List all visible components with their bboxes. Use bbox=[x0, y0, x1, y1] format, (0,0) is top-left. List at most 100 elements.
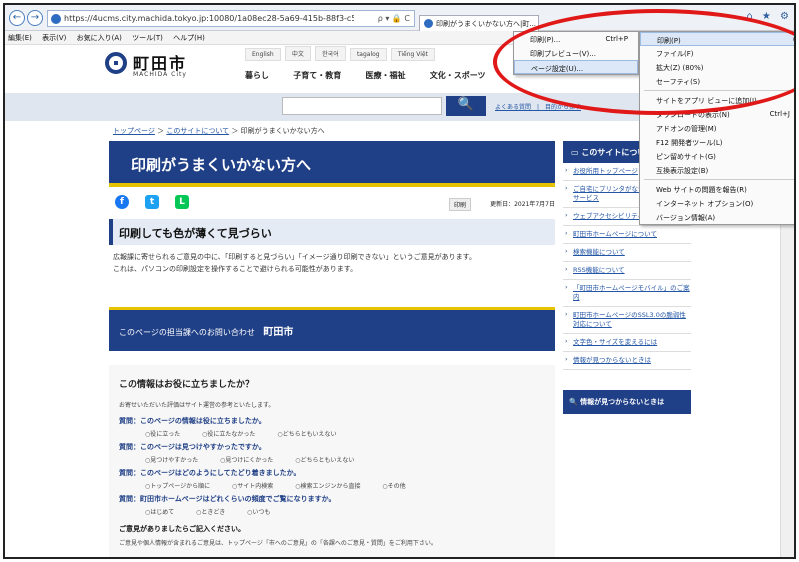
find-info-button[interactable]: 🔍 情報が見つからないときは bbox=[563, 390, 691, 414]
breadcrumb-current: 印刷がうまくいかない方へ bbox=[240, 127, 325, 135]
sidebar-item[interactable]: 町田市ホームページのSSL3.0の脆弱性対応について bbox=[563, 307, 691, 334]
back-button[interactable]: ← bbox=[9, 10, 25, 26]
updated-date: 更新日：2021年7月7日 bbox=[490, 201, 555, 208]
sidebar-item[interactable]: 検索機能について bbox=[563, 244, 691, 262]
folder-icon: ▭ bbox=[571, 148, 582, 157]
menu-item-label: バージョン情報(A) bbox=[656, 214, 716, 222]
survey-option[interactable]: ○その他 bbox=[382, 483, 405, 490]
menu-item-label: ファイル(F) bbox=[656, 50, 694, 58]
sidebar-item[interactable]: 文字色・サイズを変えるには bbox=[563, 334, 691, 352]
address-bar[interactable]: https://4ucms.city.machida.tokyo.jp:1008… bbox=[47, 10, 415, 27]
url-text[interactable]: https://4ucms.city.machida.tokyo.jp:1008… bbox=[64, 14, 354, 23]
menu-item-page-setup[interactable]: ページ設定(U)... bbox=[514, 60, 638, 74]
survey-option[interactable]: ○検索エンジンから直接 bbox=[295, 483, 360, 490]
gnav-culture[interactable]: 文化・スポーツ bbox=[430, 70, 486, 81]
survey-option[interactable]: ○ときどき bbox=[196, 509, 225, 516]
survey-option[interactable]: ○いつも bbox=[247, 509, 270, 516]
sidebar-item[interactable]: 町田市ホームページについて bbox=[563, 226, 691, 244]
lang-vietnamese[interactable]: Tiếng Việt bbox=[390, 48, 435, 61]
tools-item-report-problem[interactable]: Web サイトの問題を報告(R) bbox=[640, 182, 794, 196]
facebook-icon[interactable]: f bbox=[115, 195, 129, 209]
page-title: 印刷がうまくいかない方へ bbox=[109, 141, 555, 187]
forward-button[interactable]: → bbox=[27, 10, 43, 26]
tools-item-internet-options[interactable]: インターネット オプション(O) bbox=[640, 196, 794, 210]
gnav-childcare[interactable]: 子育て・教育 bbox=[293, 70, 341, 81]
survey-option[interactable]: ○どちらともいえない bbox=[295, 457, 354, 464]
tools-item-downloads[interactable]: ダウンロードの表示(N) Ctrl+J bbox=[640, 107, 794, 121]
menu-favorites[interactable]: お気に入り(A) bbox=[74, 31, 127, 43]
sidebar-item[interactable]: RSS機能について bbox=[563, 262, 691, 280]
tools-item-file[interactable]: ファイル(F) bbox=[640, 46, 794, 60]
menu-tools[interactable]: ツール(T) bbox=[129, 31, 168, 43]
tab-favicon-icon bbox=[424, 19, 433, 28]
gnav-medical[interactable]: 医療・福祉 bbox=[365, 70, 405, 81]
contact-name: 町田市 bbox=[263, 327, 294, 338]
menu-item-label: サイトをアプリ ビューに追加(I) bbox=[656, 97, 757, 105]
survey-options-4: ○はじめて ○ときどき ○いつも bbox=[119, 507, 545, 516]
survey-option[interactable]: ○役に立った bbox=[145, 431, 180, 438]
tools-item-zoom[interactable]: 拡大(Z) (80%) bbox=[640, 60, 794, 74]
contact-label: このページの担当課へのお問い合わせ bbox=[119, 328, 255, 337]
survey-option[interactable]: ○トップページから順に bbox=[145, 483, 210, 490]
menu-item-shortcut: Ctrl+P bbox=[605, 35, 628, 43]
survey-options-3: ○トップページから順に ○サイト内検索 ○検索エンジンから直接 ○その他 bbox=[119, 481, 545, 490]
tools-item-pinned-sites[interactable]: ピン留めサイト(G) bbox=[640, 149, 794, 163]
survey-question-3: 質問：このページはどのようにしてたどり着きましたか。 bbox=[119, 469, 301, 477]
menu-item-print-preview[interactable]: 印刷プレビュー(V)... bbox=[514, 46, 638, 60]
section-heading: 印刷しても色が薄くて見づらい bbox=[109, 219, 555, 245]
survey-option[interactable]: ○はじめて bbox=[145, 509, 174, 516]
menu-item-label: Web サイトの問題を報告(R) bbox=[656, 186, 747, 194]
address-bar-icons[interactable]: ρ ▾ 🔒 C bbox=[378, 14, 410, 23]
line-icon[interactable]: L bbox=[175, 195, 189, 209]
tools-item-safety[interactable]: セーフティ(S) bbox=[640, 74, 794, 88]
breadcrumb-sep-2: ＞ bbox=[231, 127, 239, 135]
tools-item-add-app-view[interactable]: サイトをアプリ ビューに追加(I) bbox=[640, 93, 794, 107]
breadcrumb-home[interactable]: トップページ bbox=[113, 127, 155, 135]
survey-option[interactable]: ○見つけやすかった bbox=[145, 457, 198, 464]
survey-option[interactable]: ○役に立たなかった bbox=[202, 431, 255, 438]
window-toolbar-icons[interactable]: ⌂ ★ ⚙ bbox=[746, 11, 792, 22]
tools-item-compat-view[interactable]: 互換表示設定(B) bbox=[640, 163, 794, 177]
search-button[interactable]: 🔍 bbox=[446, 96, 486, 116]
survey-title: この情報はお役に立ちましたか？ bbox=[119, 380, 255, 390]
lang-korean[interactable]: 한국어 bbox=[315, 46, 346, 61]
lang-tagalog[interactable]: tagalog bbox=[349, 48, 387, 61]
twitter-icon[interactable]: t bbox=[145, 195, 159, 209]
survey-question-2: 質問：このページは見つけやすかったですか。 bbox=[119, 443, 266, 451]
sidebar-item[interactable]: 情報が見つからないときは bbox=[563, 352, 691, 370]
print-button[interactable]: 印刷 bbox=[449, 198, 472, 211]
browser-tab[interactable]: 印刷がうまくいかない方へ|町... bbox=[419, 15, 539, 31]
menu-item-label: 印刷(P) bbox=[657, 37, 681, 45]
article-paragraph: 広報課に寄せられるご意見の中に、「印刷すると見づらい」「イメージ通り印刷できない… bbox=[109, 251, 555, 275]
survey-option[interactable]: ○見つけにくかった bbox=[220, 457, 273, 464]
tools-item-about[interactable]: バージョン情報(A) bbox=[640, 210, 794, 224]
tools-item-print[interactable]: 印刷(P) bbox=[640, 32, 794, 46]
gnav-living[interactable]: 暮らし bbox=[245, 70, 269, 81]
menu-view[interactable]: 表示(V) bbox=[39, 31, 71, 43]
menu-item-label: 拡大(Z) (80%) bbox=[656, 64, 704, 72]
paragraph-line-1: 広報課に寄せられるご意見の中に、「印刷すると見づらい」「イメージ通り印刷できない… bbox=[113, 253, 476, 261]
tools-item-addons[interactable]: アドオンの管理(M) bbox=[640, 121, 794, 135]
menu-item-label: アドオンの管理(M) bbox=[656, 125, 717, 133]
menu-help[interactable]: ヘルプ(H) bbox=[170, 31, 210, 43]
sidebar-item[interactable]: 「町田市ホームページモバイル」のご案内 bbox=[563, 280, 691, 307]
menu-item-label: ページ設定(U)... bbox=[531, 65, 584, 73]
survey-option[interactable]: ○サイト内検索 bbox=[232, 483, 273, 490]
menu-item-print[interactable]: 印刷(P)... Ctrl+P bbox=[514, 32, 638, 46]
logo-roman: MACHIDA City bbox=[133, 71, 187, 78]
breadcrumb-about[interactable]: このサイトについて bbox=[166, 127, 229, 135]
menu-item-label: インターネット オプション(O) bbox=[656, 200, 754, 208]
tools-item-devtools[interactable]: F12 開発者ツール(L) bbox=[640, 135, 794, 149]
search-input[interactable] bbox=[282, 97, 442, 115]
menu-item-label: ピン留めサイト(G) bbox=[656, 153, 716, 161]
menu-item-label: 印刷プレビュー(V)... bbox=[530, 50, 596, 58]
survey-options-1: ○役に立った ○役に立たなかった ○どちらともいえない bbox=[119, 429, 545, 438]
lang-english[interactable]: English bbox=[245, 48, 281, 61]
main-content: 印刷がうまくいかない方へ f t L 印刷 更新日：2021年7月7日 印刷して… bbox=[109, 141, 555, 557]
lang-chinese[interactable]: 中文 bbox=[284, 46, 311, 61]
survey-option[interactable]: ○どちらともいえない bbox=[277, 431, 336, 438]
menu-edit[interactable]: 編集(E) bbox=[5, 31, 37, 43]
print-submenu: 印刷(P)... Ctrl+P 印刷プレビュー(V)... ページ設定(U)..… bbox=[513, 31, 639, 75]
paragraph-line-2: これは、パソコンの印刷設定を操作することで避けられる可能性があります。 bbox=[113, 265, 358, 273]
search-links[interactable]: よくある質問 | 目的から探す bbox=[495, 102, 581, 111]
